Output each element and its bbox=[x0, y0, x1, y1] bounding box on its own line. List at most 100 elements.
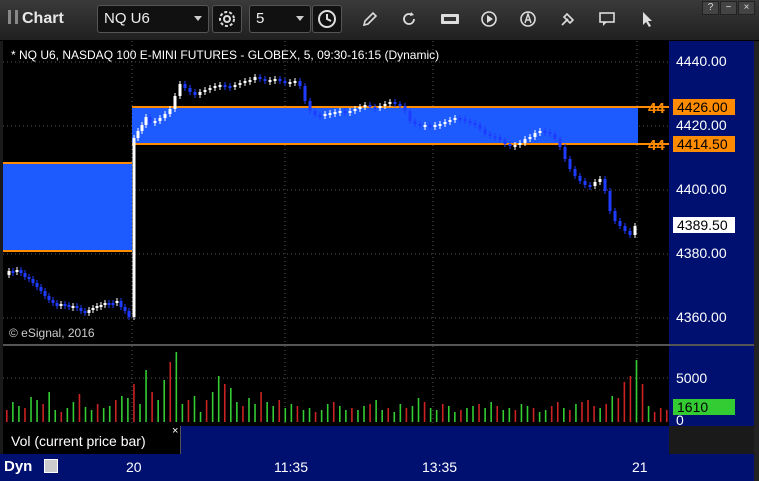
interval-selector[interactable]: 5 bbox=[249, 5, 311, 33]
get-data-icon[interactable] bbox=[440, 10, 460, 28]
volume-bar bbox=[544, 410, 547, 422]
link-icon[interactable] bbox=[559, 10, 577, 28]
comment-icon[interactable] bbox=[598, 10, 616, 28]
candle-body bbox=[278, 79, 282, 81]
volume-bar bbox=[399, 404, 402, 422]
close-study-icon[interactable]: × bbox=[172, 425, 178, 437]
candle-body bbox=[618, 221, 622, 226]
volume-study-tab[interactable]: Vol (current price bar) × bbox=[3, 425, 181, 454]
volume-bar bbox=[375, 400, 377, 422]
candle-body bbox=[208, 88, 212, 90]
drag-grip-icon[interactable] bbox=[8, 10, 18, 24]
price-axis[interactable]: 4440.00 4420.00 4400.00 4380.00 4360.00 … bbox=[669, 41, 754, 345]
volume-bar bbox=[496, 406, 499, 422]
volume-bar bbox=[230, 388, 232, 422]
candle-body bbox=[423, 125, 427, 127]
volume-bar bbox=[211, 392, 214, 422]
volume-bar bbox=[599, 408, 601, 422]
volume-chart[interactable] bbox=[3, 346, 669, 426]
volume-bar bbox=[163, 380, 166, 422]
candle-body bbox=[538, 131, 542, 133]
alert-icon[interactable] bbox=[519, 10, 537, 28]
candle-body bbox=[136, 131, 140, 138]
minimize-button[interactable]: − bbox=[720, 1, 737, 15]
lock-icon[interactable] bbox=[44, 459, 58, 473]
time-tick: 21 bbox=[632, 459, 648, 475]
pencil-icon[interactable] bbox=[361, 10, 379, 28]
candle-body bbox=[573, 169, 577, 176]
candle-body bbox=[283, 81, 287, 83]
price-tick: 4420.00 bbox=[676, 117, 727, 133]
candle-body bbox=[623, 226, 627, 231]
volume-bar bbox=[181, 404, 184, 422]
candle-body bbox=[323, 114, 327, 116]
volume-bar bbox=[405, 408, 408, 422]
candle-body bbox=[388, 102, 392, 104]
volume-bar bbox=[114, 400, 117, 422]
volume-bar bbox=[151, 392, 153, 422]
volume-bar bbox=[205, 400, 208, 422]
volume-plot[interactable] bbox=[3, 346, 669, 426]
volume-bar bbox=[556, 402, 559, 422]
candle-body bbox=[503, 140, 507, 144]
candle-body bbox=[383, 104, 387, 106]
dynamic-mode-label[interactable]: Dyn bbox=[4, 458, 32, 475]
candle-body bbox=[39, 287, 43, 291]
volume-bar bbox=[411, 406, 414, 422]
volume-bar bbox=[169, 362, 172, 422]
time-axis[interactable]: Dyn 20 11:35 13:35 21 bbox=[0, 454, 759, 481]
refresh-icon[interactable] bbox=[400, 10, 418, 28]
volume-bar bbox=[187, 400, 190, 422]
candle-body bbox=[513, 145, 517, 147]
cursor-icon[interactable] bbox=[638, 10, 656, 28]
candle-body bbox=[393, 102, 397, 104]
volume-axis[interactable]: 5000 0 1610 bbox=[669, 346, 754, 428]
volume-bar bbox=[617, 398, 620, 422]
candle-body bbox=[398, 104, 402, 106]
time-template-button[interactable] bbox=[312, 5, 342, 33]
help-button[interactable]: ? bbox=[702, 1, 719, 15]
candle-body bbox=[303, 86, 307, 101]
volume-bar bbox=[569, 410, 571, 422]
volume-bar bbox=[363, 406, 365, 422]
volume-bar bbox=[248, 398, 250, 422]
candle-body bbox=[228, 86, 232, 88]
symbol-selector[interactable]: NQ U6 bbox=[97, 5, 209, 33]
volume-bar bbox=[96, 404, 99, 422]
candle-body bbox=[333, 112, 337, 114]
settings-button[interactable] bbox=[212, 5, 242, 33]
volume-bar bbox=[581, 402, 583, 422]
volume-bar bbox=[659, 408, 662, 422]
window-border bbox=[754, 41, 759, 481]
price-chart[interactable]: 44 44 * NQ U6, NASDAQ 100 E-MINI FUTURES … bbox=[3, 41, 669, 345]
candle-body bbox=[633, 226, 637, 235]
candlestick-plot[interactable]: 44 44 bbox=[3, 41, 669, 345]
price-tick: 4400.00 bbox=[676, 181, 727, 197]
candle-body bbox=[263, 79, 267, 81]
candle-body bbox=[363, 105, 367, 107]
candle-body bbox=[463, 119, 467, 121]
volume-bar bbox=[90, 410, 93, 422]
volume-bar bbox=[145, 370, 147, 422]
volume-bar bbox=[629, 376, 632, 422]
candle-body bbox=[218, 85, 222, 87]
volume-bar bbox=[538, 412, 541, 422]
candle-body bbox=[193, 92, 197, 95]
volume-bar bbox=[12, 402, 14, 422]
study-legend-bar: Vol (current price bar) × bbox=[3, 425, 669, 454]
candle-body bbox=[453, 118, 457, 120]
volume-bar bbox=[454, 412, 456, 422]
close-button[interactable]: × bbox=[738, 1, 755, 15]
volume-bar bbox=[332, 402, 335, 422]
candle-body bbox=[173, 96, 177, 109]
play-icon[interactable] bbox=[480, 10, 498, 28]
copyright-text: © eSignal, 2016 bbox=[9, 326, 95, 340]
candle-body bbox=[83, 311, 87, 313]
volume-bar bbox=[514, 410, 517, 422]
candle-body bbox=[318, 115, 322, 117]
volume-bar bbox=[24, 408, 26, 422]
candle-body bbox=[518, 143, 522, 145]
candle-body bbox=[107, 303, 111, 305]
volume-bar bbox=[647, 406, 650, 422]
candle-body bbox=[523, 139, 527, 143]
